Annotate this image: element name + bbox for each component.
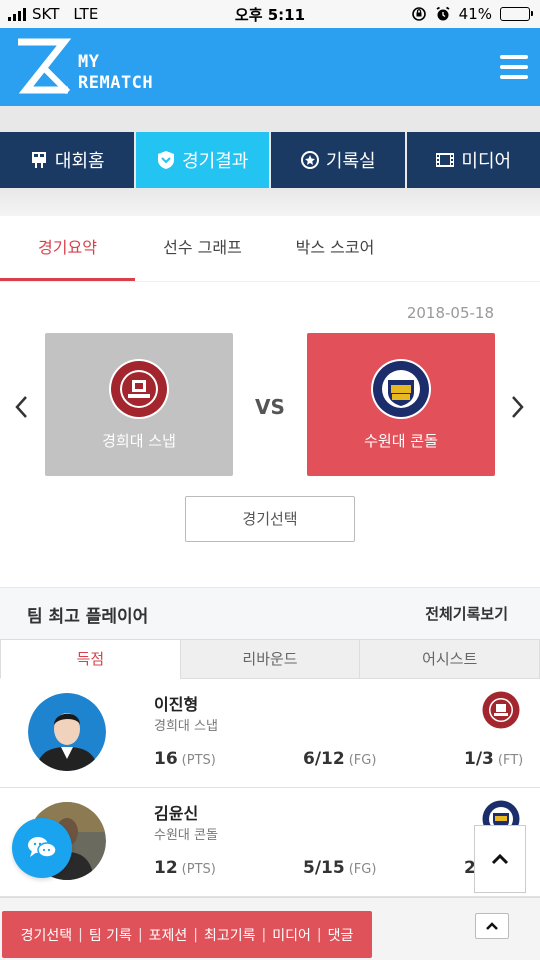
- home-team-card[interactable]: 경희대 스냅: [45, 333, 233, 476]
- tab-assists[interactable]: 어시스트: [359, 639, 540, 679]
- player-avatar: [28, 693, 106, 771]
- player-team: 경희대 스냅: [154, 719, 218, 734]
- status-bar: SKT LTE 오후 5:11 41%: [0, 0, 540, 28]
- battery-icon: [500, 7, 533, 21]
- section-title: 팀 최고 플레이어: [27, 607, 149, 627]
- nav-label: 기록실: [325, 151, 376, 172]
- nav-label: 경기결과: [182, 151, 249, 172]
- app-header: MY REMATCH: [0, 28, 540, 106]
- nav-item-match-results[interactable]: 경기결과: [135, 132, 269, 188]
- suwon-emblem-icon: [371, 359, 431, 419]
- view-all-records-link[interactable]: 전체기록보기: [425, 603, 508, 624]
- match-date: 2018-05-18: [406, 304, 494, 322]
- quick-link-possession[interactable]: 포제션: [149, 925, 188, 945]
- bottom-scroll-top-button[interactable]: [475, 913, 509, 939]
- player-points: 12 (PTS): [154, 858, 216, 878]
- player-row[interactable]: 김윤신 수원대 콘돌 12(PTS) 5/15(FG) 2/: [0, 788, 540, 897]
- kyunghee-emblem-icon: [109, 359, 169, 419]
- logo-line-2: REMATCH: [78, 73, 154, 93]
- tab-rebounds[interactable]: 리바운드: [179, 639, 361, 679]
- player-field-goals: 5/15 (FG): [303, 858, 377, 878]
- prev-match-arrow-icon[interactable]: [12, 392, 32, 422]
- player-row[interactable]: 이진형 경희대 스냅 16 (PTS) 6/12 (FG) 1/3 (FT): [0, 679, 540, 788]
- next-match-arrow-icon[interactable]: [507, 392, 527, 422]
- away-team-card[interactable]: 수원대 콘돌: [307, 333, 495, 476]
- scoreboard-icon: [31, 152, 46, 168]
- tab-match-summary[interactable]: 경기요약: [0, 216, 135, 281]
- tab-box-score[interactable]: 박스 스코어: [270, 216, 400, 281]
- main-nav: 대회홈 경기결과 기록실 미디어: [0, 132, 540, 188]
- nav-item-records[interactable]: 기록실: [271, 132, 405, 188]
- player-free-throws: 1/3 (FT): [464, 749, 524, 769]
- scroll-top-button[interactable]: [474, 825, 526, 893]
- quick-link-comments[interactable]: 댓글: [328, 925, 354, 945]
- chat-bubbles-icon: [28, 837, 57, 858]
- nav-item-tournament-home[interactable]: 대회홈: [0, 132, 134, 188]
- player-name: 김윤신: [154, 804, 199, 823]
- film-icon: [436, 153, 455, 167]
- tab-player-graph[interactable]: 선수 그래프: [135, 216, 270, 281]
- battery-percent: 41%: [458, 5, 492, 23]
- player-team: 수원대 콘돌: [154, 828, 218, 843]
- nav-item-media[interactable]: 미디어: [406, 132, 540, 188]
- away-team-name: 수원대 콘돌: [364, 432, 438, 450]
- chat-button[interactable]: [12, 818, 72, 878]
- top-players-header: 팀 최고 플레이어 전체기록보기: [0, 587, 540, 639]
- player-field-goals: 6/12 (FG): [303, 749, 377, 769]
- quick-link-best-record[interactable]: 최고기록: [204, 925, 256, 945]
- quick-links: 경기선택 | 팀 기록 | 포제션 | 최고기록 | 미디어 | 댓글: [2, 911, 372, 958]
- logo-mark-icon: [18, 38, 72, 95]
- chevron-up-icon: [486, 922, 498, 930]
- orientation-lock-icon: [411, 7, 426, 21]
- player-name: 이진형: [154, 695, 199, 714]
- sub-tabs: 경기요약 선수 그래프 박스 스코어: [0, 216, 540, 282]
- vs-label: VS: [255, 395, 285, 419]
- match-select-button[interactable]: 경기선택: [185, 496, 355, 542]
- player-points: 16 (PTS): [154, 749, 216, 769]
- shield-icon: [158, 151, 175, 169]
- kyunghee-emblem-icon: [482, 691, 520, 729]
- bottom-quick-bar: 경기선택 | 팀 기록 | 포제션 | 최고기록 | 미디어 | 댓글: [0, 897, 540, 960]
- quick-link-team-record[interactable]: 팀 기록: [89, 925, 132, 945]
- home-team-name: 경희대 스냅: [102, 432, 176, 450]
- nav-label: 대회홈: [54, 151, 105, 172]
- medal-icon: [300, 151, 319, 169]
- tab-points[interactable]: 득점: [0, 639, 181, 679]
- nav-label: 미디어: [461, 151, 512, 172]
- match-card: 2018-05-18 경희대 스냅 VS 수원대 콘돌 경기선택: [0, 282, 540, 587]
- quick-link-media[interactable]: 미디어: [272, 925, 311, 945]
- chevron-up-icon: [491, 853, 509, 865]
- logo-line-1: MY: [78, 52, 100, 72]
- app-logo[interactable]: MY REMATCH: [14, 38, 153, 96]
- stat-tabs: 득점 리바운드 어시스트: [0, 639, 540, 679]
- hamburger-menu-icon[interactable]: [500, 55, 528, 79]
- quick-link-match-select[interactable]: 경기선택: [21, 925, 73, 945]
- alarm-icon: [436, 6, 450, 21]
